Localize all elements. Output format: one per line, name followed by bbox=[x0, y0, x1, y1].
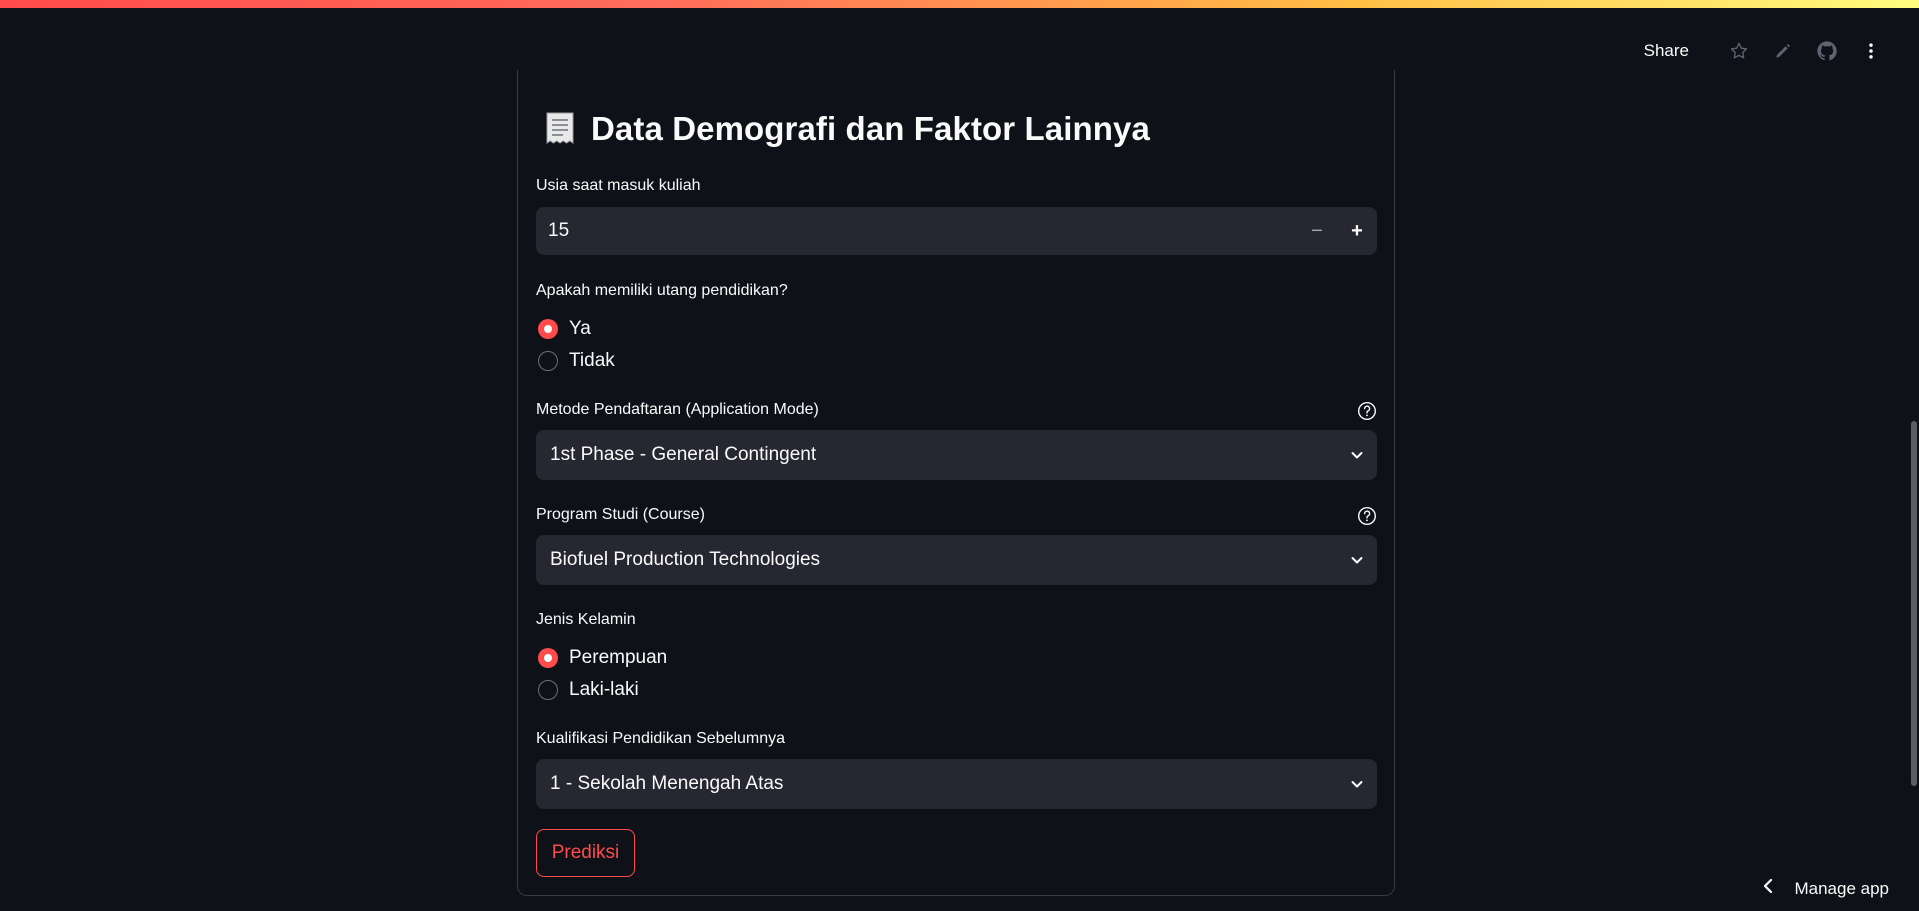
gender-option-label: Laki-laki bbox=[569, 679, 639, 700]
decrement-button[interactable]: − bbox=[1297, 206, 1337, 256]
chevron-down-icon[interactable] bbox=[1337, 759, 1377, 809]
page-scrollbar[interactable] bbox=[1909, 8, 1919, 911]
gender-option-label: Perempuan bbox=[569, 647, 668, 668]
debt-option-label: Tidak bbox=[569, 350, 615, 371]
increment-button[interactable]: + bbox=[1337, 206, 1377, 256]
top-decoration-stripe bbox=[0, 0, 1919, 8]
more-vertical-icon[interactable] bbox=[1849, 30, 1893, 72]
application-mode-label: Metode Pendaftaran (Application Mode) bbox=[536, 401, 819, 418]
gender-option-laki-laki[interactable]: Laki-laki bbox=[538, 679, 639, 701]
star-icon[interactable] bbox=[1717, 30, 1761, 72]
debt-option-label: Ya bbox=[569, 318, 591, 339]
age-label: Usia saat masuk kuliah bbox=[536, 177, 701, 194]
page-title-row: Data Demografi dan Faktor Lainnya bbox=[543, 110, 1150, 148]
radio-selected[interactable] bbox=[538, 319, 558, 339]
manage-app-label: Manage app bbox=[1794, 878, 1889, 898]
prev-qualification-select[interactable]: 1 - Sekolah Menengah Atas bbox=[536, 759, 1377, 809]
age-number-input[interactable]: 15 − + bbox=[536, 207, 1377, 255]
course-select[interactable]: Biofuel Production Technologies bbox=[536, 535, 1377, 585]
help-circle-icon[interactable] bbox=[1357, 506, 1377, 526]
radio-unselected[interactable] bbox=[538, 351, 558, 371]
help-circle-icon[interactable] bbox=[1357, 401, 1377, 421]
prev-qualification-label: Kualifikasi Pendidikan Sebelumnya bbox=[536, 730, 786, 747]
chevron-down-icon[interactable] bbox=[1337, 535, 1377, 585]
header-toolbar: Share bbox=[1644, 30, 1893, 72]
prev-qualification-value[interactable]: 1 - Sekolah Menengah Atas bbox=[536, 773, 1337, 795]
scrollbar-thumb[interactable] bbox=[1911, 421, 1917, 786]
debt-label: Apakah memiliki utang pendidikan? bbox=[536, 282, 788, 299]
predict-button[interactable]: Prediksi bbox=[536, 829, 635, 877]
age-value[interactable]: 15 bbox=[536, 220, 1297, 242]
radio-selected[interactable] bbox=[538, 648, 558, 668]
debt-option-tidak[interactable]: Tidak bbox=[538, 350, 615, 372]
share-button[interactable]: Share bbox=[1644, 41, 1689, 61]
chevron-left-icon bbox=[1762, 878, 1774, 899]
gender-option-perempuan[interactable]: Perempuan bbox=[538, 647, 667, 669]
receipt-icon bbox=[543, 110, 577, 148]
course-label: Program Studi (Course) bbox=[536, 506, 705, 523]
radio-unselected[interactable] bbox=[538, 680, 558, 700]
manage-app-button[interactable]: Manage app bbox=[1762, 878, 1889, 899]
page-title: Data Demografi dan Faktor Lainnya bbox=[591, 110, 1150, 147]
gender-label: Jenis Kelamin bbox=[536, 611, 636, 628]
edit-icon[interactable] bbox=[1761, 30, 1805, 72]
chevron-down-icon[interactable] bbox=[1337, 430, 1377, 480]
github-icon[interactable] bbox=[1805, 30, 1849, 72]
application-mode-select[interactable]: 1st Phase - General Contingent bbox=[536, 430, 1377, 480]
application-mode-value[interactable]: 1st Phase - General Contingent bbox=[536, 444, 1337, 466]
debt-option-ya[interactable]: Ya bbox=[538, 318, 591, 340]
course-value[interactable]: Biofuel Production Technologies bbox=[536, 549, 1337, 571]
